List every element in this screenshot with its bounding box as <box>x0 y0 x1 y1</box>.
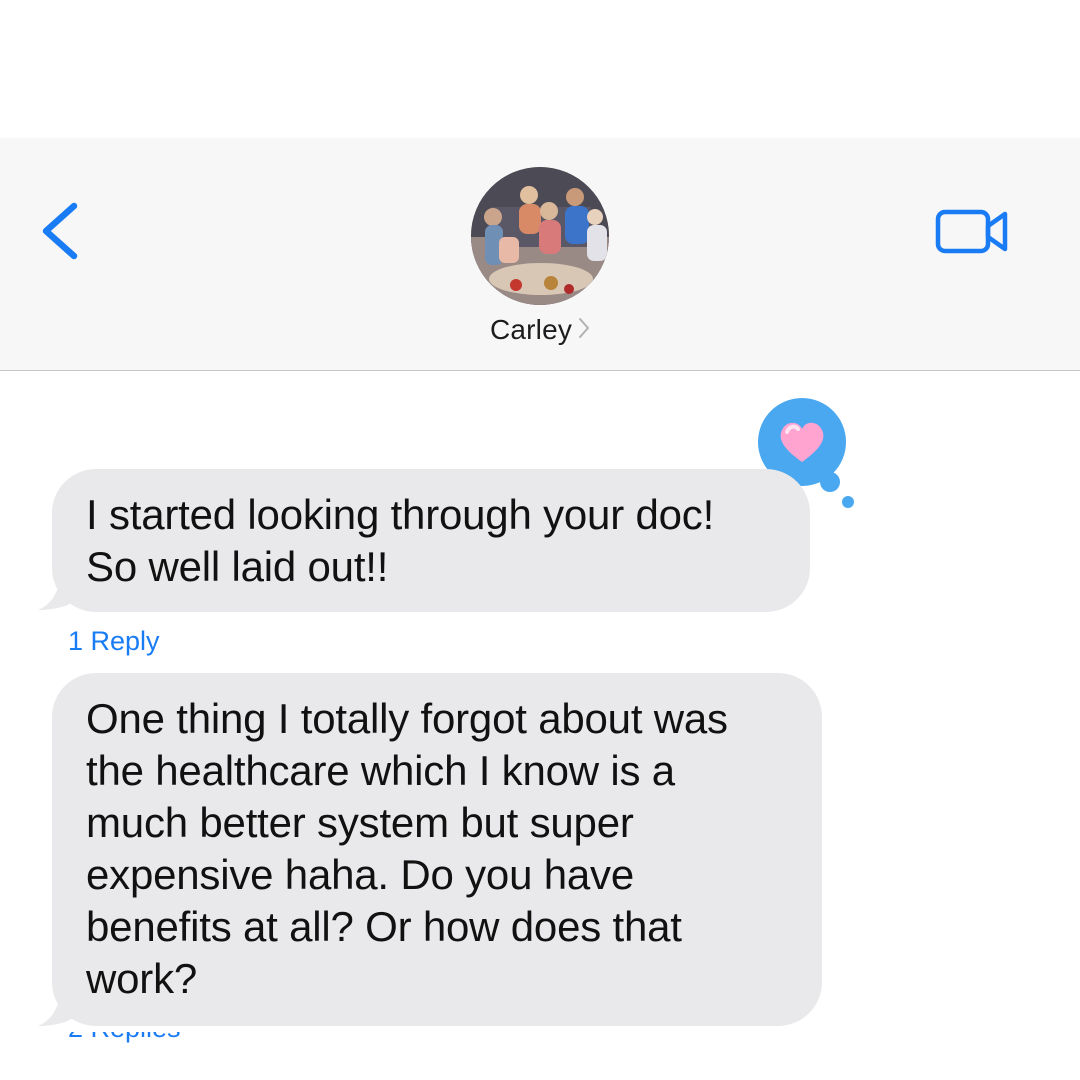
video-camera-icon <box>935 209 1008 254</box>
chevron-left-icon <box>42 202 78 260</box>
contact-name-button[interactable]: Carley <box>0 314 1080 346</box>
contact-avatar[interactable] <box>471 167 609 305</box>
message-bubble[interactable]: I started looking through your doc! So w… <box>52 469 810 612</box>
video-call-button[interactable] <box>930 202 1016 262</box>
avatar-photo <box>471 167 609 305</box>
message-bubble[interactable]: One thing I totally forgot about was the… <box>52 673 822 1026</box>
contact-name: Carley <box>489 314 573 345</box>
conversation-header: Carley <box>0 138 1080 371</box>
messages-screen: Carley I started looking through your do… <box>0 0 1080 1080</box>
back-button[interactable] <box>30 196 90 266</box>
replies-link[interactable]: 2 Replies <box>68 1032 181 1046</box>
message-text: One thing I totally forgot about was the… <box>86 695 728 1002</box>
chevron-right-icon <box>578 314 590 346</box>
message-text: I started looking through your doc! So w… <box>86 491 715 590</box>
replies-link[interactable]: 1 Reply <box>68 626 160 657</box>
